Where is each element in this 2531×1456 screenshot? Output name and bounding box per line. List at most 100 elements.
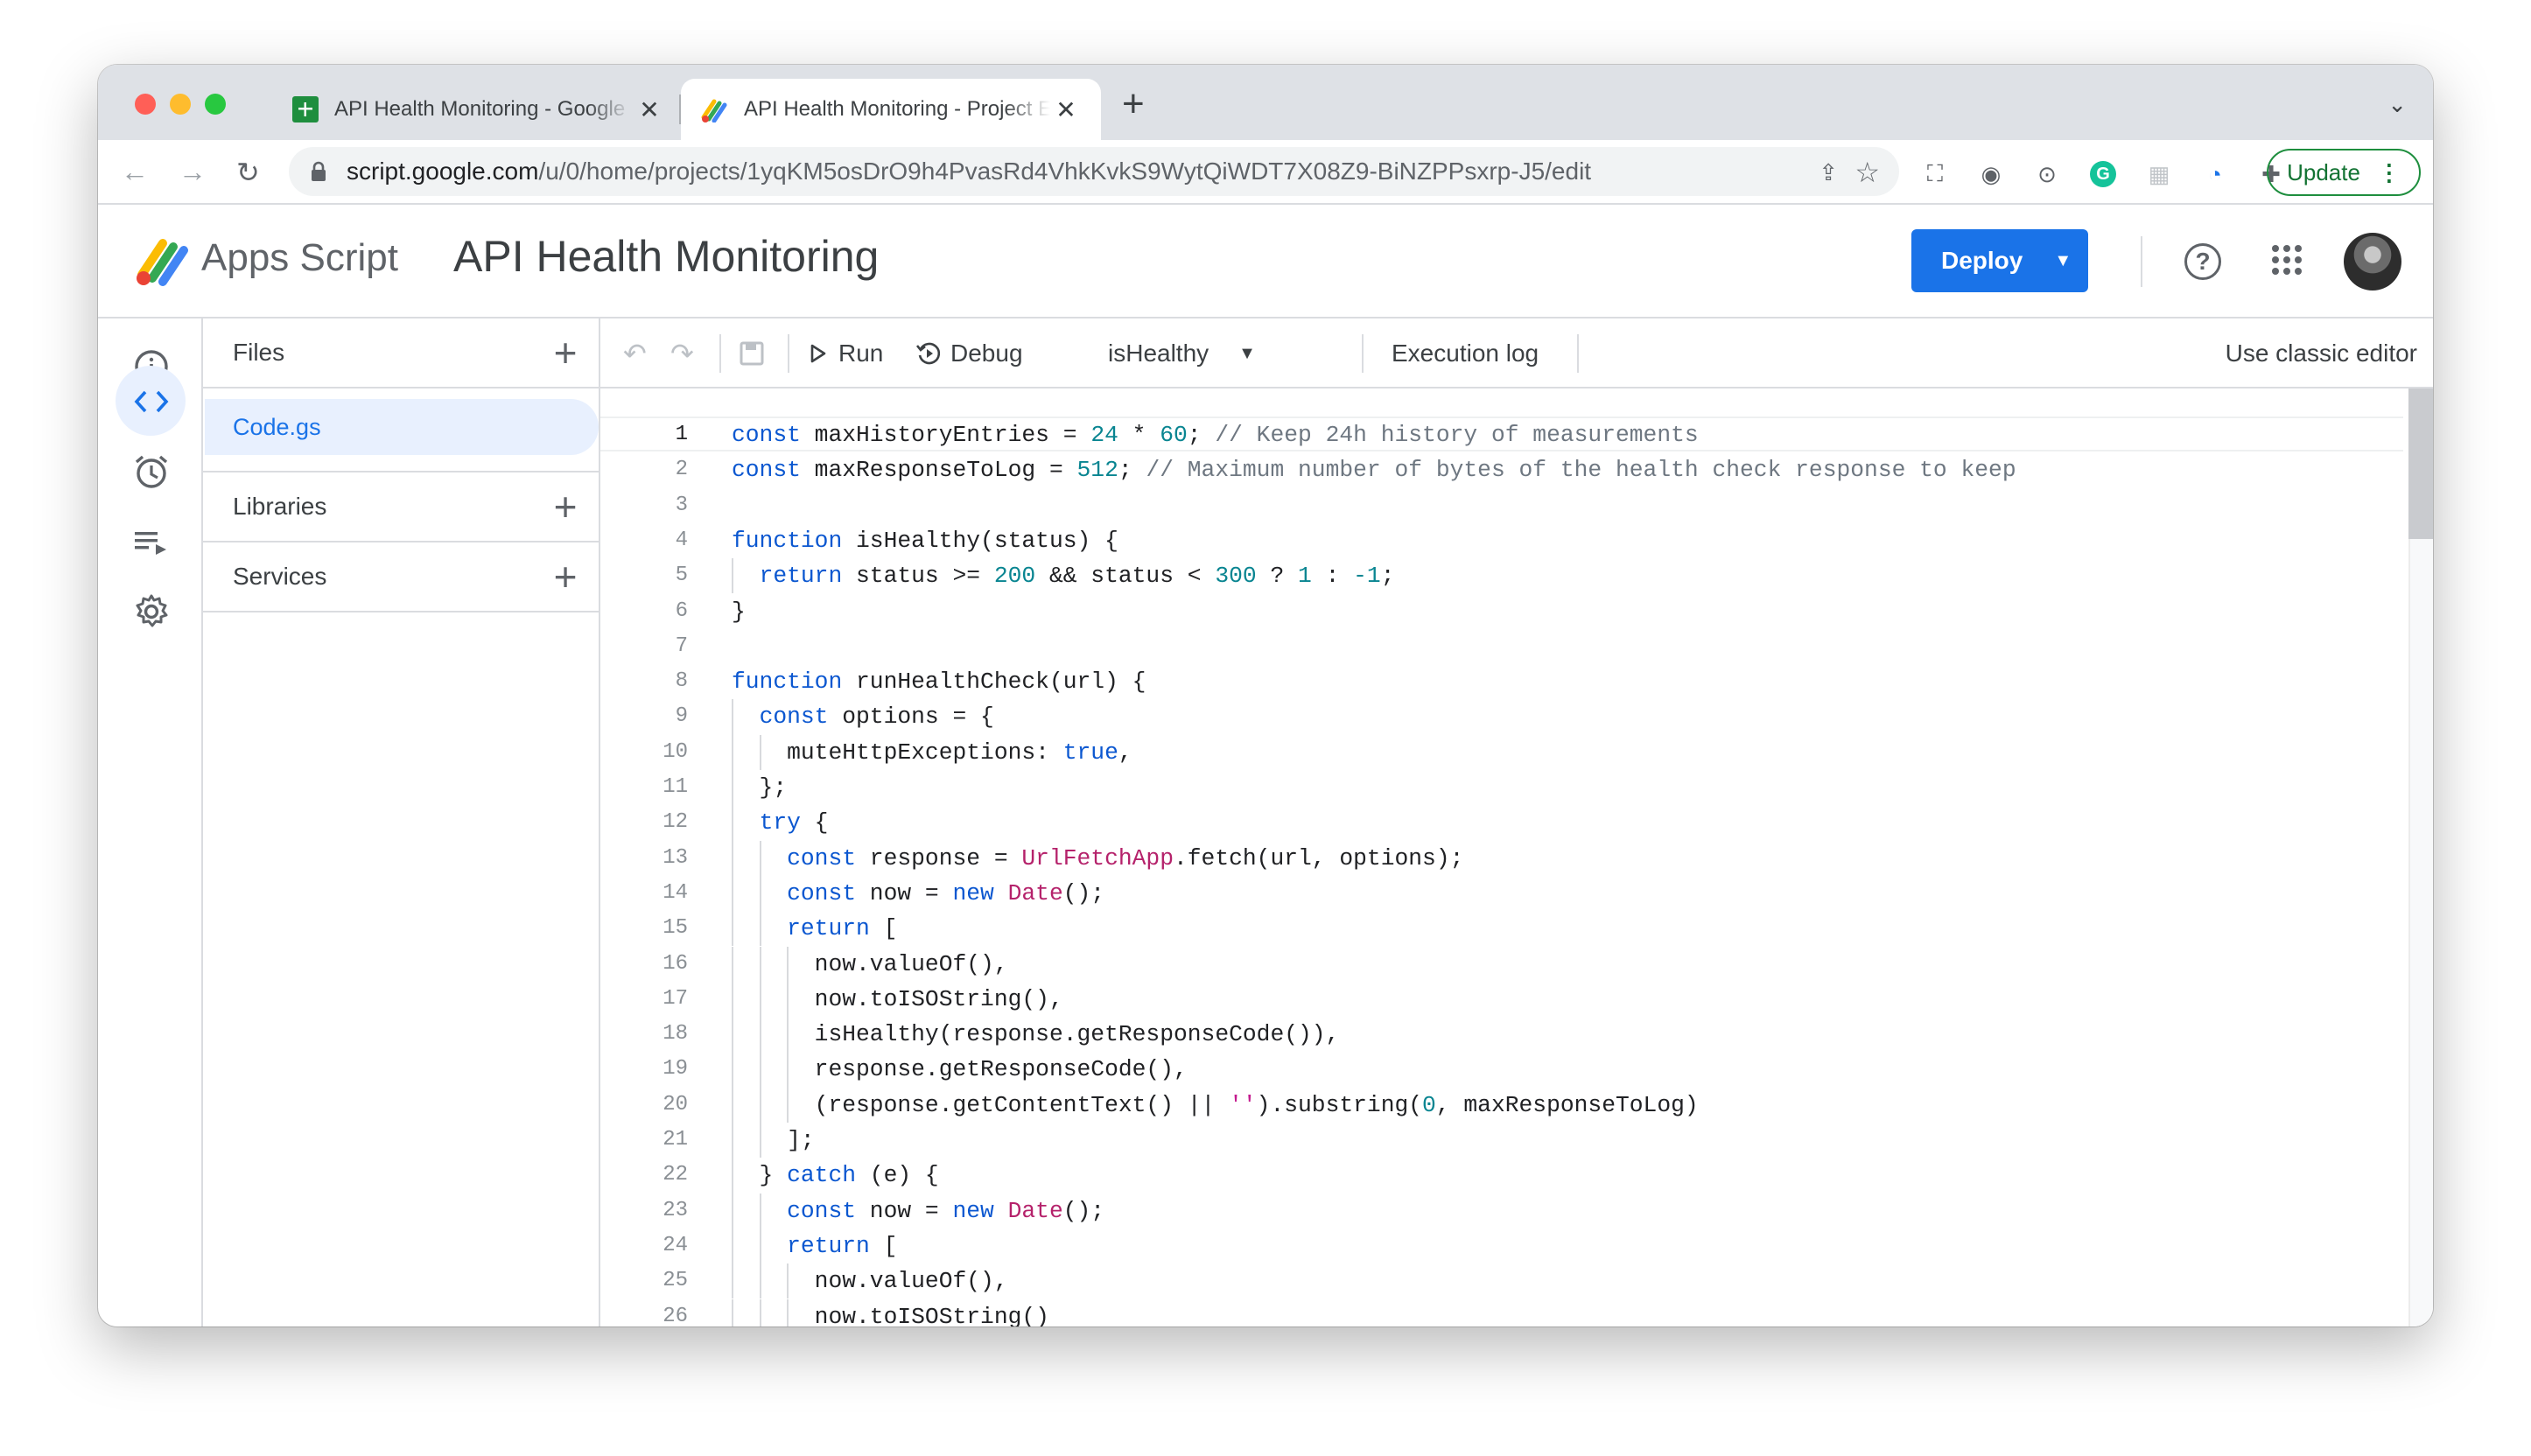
code-line[interactable]: 17 now.toISOString(), [600, 982, 2403, 1017]
code-line[interactable]: 22 } catch (e) { [600, 1158, 2403, 1193]
indent-guide [787, 1017, 789, 1053]
bookmark-star-icon[interactable]: ☆ [1854, 156, 1880, 189]
add-file-plus-icon[interactable]: + [548, 329, 583, 376]
debug-icon [915, 342, 941, 365]
use-classic-editor-link[interactable]: Use classic editor [2226, 336, 2417, 371]
minimize-window-button[interactable] [170, 94, 191, 115]
code-line[interactable]: 5 return status >= 200 && status < 300 ?… [600, 558, 2403, 593]
files-section-header: Files + [203, 318, 600, 388]
code-line[interactable]: 7 [600, 629, 2403, 664]
code-text: now.toISOString(), [732, 985, 1063, 1012]
account-avatar[interactable] [2344, 233, 2401, 290]
editor-scrollbar[interactable] [2408, 388, 2433, 1326]
code-line[interactable]: 21 ]; [600, 1123, 2403, 1158]
line-number: 23 [663, 1198, 688, 1222]
code-text: response.getResponseCode(), [732, 1056, 1188, 1083]
tab-search-chevron-icon[interactable]: ⌄ [2387, 91, 2407, 118]
deploy-button[interactable]: Deploy ▼ [1911, 229, 2088, 292]
google-apps-icon[interactable] [2272, 245, 2302, 275]
indent-guide [732, 558, 733, 594]
back-button[interactable]: ← [121, 156, 149, 188]
undo-icon[interactable]: ↶ [623, 336, 647, 371]
code-editor[interactable]: 1 const maxHistoryEntries = 24 * 60; // K… [600, 388, 2433, 1326]
project-title[interactable]: API Health Monitoring [453, 231, 879, 282]
code-line[interactable]: 6} [600, 594, 2403, 629]
update-button[interactable]: Update ⋮ [2267, 149, 2421, 196]
add-library-plus-icon[interactable]: + [548, 483, 583, 530]
services-label: Services [233, 563, 327, 590]
line-number: 6 [675, 598, 688, 623]
code-line[interactable]: 10 muteHttpExceptions: true, [600, 735, 2403, 770]
classic-editor-label: Use classic editor [2225, 340, 2417, 367]
code-line[interactable]: 19 response.getResponseCode(), [600, 1052, 2403, 1087]
code-extension-icon[interactable]: ⊙ [2032, 159, 2062, 189]
code-line[interactable]: 15 return [ [600, 911, 2403, 946]
indent-guide [787, 981, 789, 1018]
code-line[interactable]: 26 now.toISOString() [600, 1299, 2403, 1327]
save-icon[interactable] [739, 336, 765, 371]
services-section-header[interactable]: Services + [203, 542, 600, 612]
close-tab-icon[interactable]: ✕ [1048, 95, 1083, 124]
camera-extension-icon[interactable]: ◉ [1976, 159, 2006, 189]
password-extension-icon[interactable]: ◔ [2200, 159, 2230, 189]
browser-tab-apps-script[interactable]: API Health Monitoring - Project Editor ✕ [681, 79, 1101, 140]
code-line[interactable]: 13 const response = UrlFetchApp.fetch(ur… [600, 841, 2403, 876]
code-line[interactable]: 4 function isHealthy(status) { [600, 523, 2403, 558]
code-line[interactable]: 23 const now = new Date(); [600, 1194, 2403, 1228]
code-line[interactable]: 3 [600, 488, 2403, 523]
update-label: Update [2287, 158, 2360, 186]
editor-code-icon[interactable] [130, 380, 173, 424]
code-line[interactable]: 14 const now = new Date(); [600, 876, 2403, 911]
maximize-window-button[interactable] [205, 94, 226, 115]
line-number: 20 [663, 1092, 688, 1116]
indent-guide [732, 1052, 733, 1088]
browser-window: API Health Monitoring - Google Sheets ✕ … [98, 65, 2433, 1326]
scrollbar-thumb[interactable] [2408, 388, 2433, 539]
code-line[interactable]: 1 const maxHistoryEntries = 24 * 60; // K… [600, 417, 2403, 452]
grid-extension-icon[interactable]: ▦ [2144, 159, 2174, 189]
new-tab-button[interactable]: + [1122, 82, 1145, 126]
code-line[interactable]: 20 (response.getContentText() || '').sub… [600, 1088, 2403, 1123]
function-select[interactable]: isHealthy ▼ [1108, 336, 1256, 371]
code-line[interactable]: 9 const options = { [600, 699, 2403, 734]
code-line[interactable]: 12 try { [600, 805, 2403, 840]
libraries-section-header[interactable]: Libraries + [203, 471, 600, 542]
indent-guide [732, 805, 733, 841]
close-tab-icon[interactable]: ✕ [632, 95, 667, 124]
code-text: } catch (e) { [732, 1162, 939, 1189]
code-text: return [ [787, 915, 898, 942]
code-line[interactable]: 18 isHealthy(response.getResponseCode())… [600, 1017, 2403, 1052]
run-button[interactable]: Run [809, 336, 883, 371]
executions-list-icon[interactable] [130, 520, 173, 564]
grammarly-icon[interactable]: G [2088, 159, 2118, 189]
indent-guide [732, 911, 733, 947]
debug-button[interactable]: Debug [915, 336, 1023, 371]
settings-gear-icon[interactable] [130, 590, 173, 634]
file-item-code-gs[interactable]: Code.gs [205, 399, 599, 455]
address-bar[interactable]: script.google.com/u/0/home/projects/1yqK… [289, 147, 1899, 196]
apps-script-logo[interactable] [133, 234, 189, 287]
reload-button[interactable]: ↻ [236, 156, 260, 189]
line-number: 10 [663, 739, 688, 764]
line-number: 12 [663, 810, 688, 835]
screenshot-extension-icon[interactable]: ⛶ [1920, 159, 1950, 189]
indent-guide [787, 1298, 789, 1326]
redo-icon[interactable]: ↷ [670, 336, 694, 371]
code-line[interactable]: 25 now.valueOf(), [600, 1264, 2403, 1298]
indent-guide [732, 1087, 733, 1123]
help-icon[interactable]: ? [2184, 243, 2221, 280]
close-window-button[interactable] [135, 94, 156, 115]
code-line[interactable]: 2 const maxResponseToLog = 512; // Maximu… [600, 452, 2403, 487]
execution-log-button[interactable]: Execution log [1392, 336, 1539, 371]
code-line[interactable]: 8 function runHealthCheck(url) { [600, 664, 2403, 699]
forward-button[interactable]: → [179, 156, 207, 188]
tab-title: API Health Monitoring - Project Editor [744, 97, 1050, 121]
add-service-plus-icon[interactable]: + [548, 553, 583, 600]
code-text: }; [732, 774, 788, 801]
code-line[interactable]: 11 }; [600, 770, 2403, 805]
code-line[interactable]: 16 now.valueOf(), [600, 947, 2403, 982]
triggers-alarm-icon[interactable] [130, 450, 173, 494]
code-text: const now = new Date(); [787, 879, 1105, 906]
share-icon[interactable]: ⇪ [1819, 159, 1838, 186]
code-line[interactable]: 24 return [ [600, 1228, 2403, 1264]
